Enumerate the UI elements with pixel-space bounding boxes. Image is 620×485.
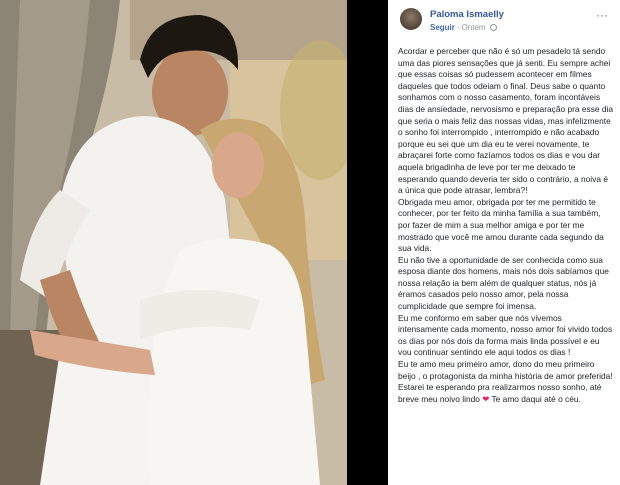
lightbox-gutter: [347, 0, 388, 485]
post-header: Paloma Ismaelly Seguir · Ontem ···: [388, 0, 620, 44]
follow-link[interactable]: Seguir: [430, 23, 455, 32]
post-paragraph: Estarei te esperando pra realizarmos nos…: [398, 382, 614, 405]
post-paragraph: Obrigada meu amor, obrigada por ter me p…: [398, 196, 604, 254]
post-text: Acordar e perceber que não é só um pesad…: [398, 46, 614, 405]
post-paragraph: Eu me conformo em saber que nós vivemos …: [398, 312, 613, 358]
author-name[interactable]: Paloma Ismaelly: [430, 9, 504, 20]
post-paragraph: Acordar e perceber que não é só um pesad…: [398, 46, 614, 196]
couple-photo[interactable]: [0, 0, 347, 485]
more-options-icon[interactable]: ···: [596, 9, 608, 21]
post-timestamp[interactable]: Ontem: [462, 23, 486, 32]
post-paragraph: Eu te amo meu primeiro amor, dono do meu…: [398, 359, 613, 381]
meta-separator: ·: [456, 23, 460, 32]
post-meta: Seguir · Ontem: [430, 23, 497, 32]
post-panel: Paloma Ismaelly Seguir · Ontem ··· Acord…: [388, 0, 620, 485]
avatar[interactable]: [400, 8, 422, 30]
globe-icon: [489, 24, 497, 31]
post-last-text-end: Te amo daqui até o céu.: [489, 393, 581, 404]
post-paragraph: Eu não tive a oportunidade de ser conhec…: [398, 254, 609, 312]
